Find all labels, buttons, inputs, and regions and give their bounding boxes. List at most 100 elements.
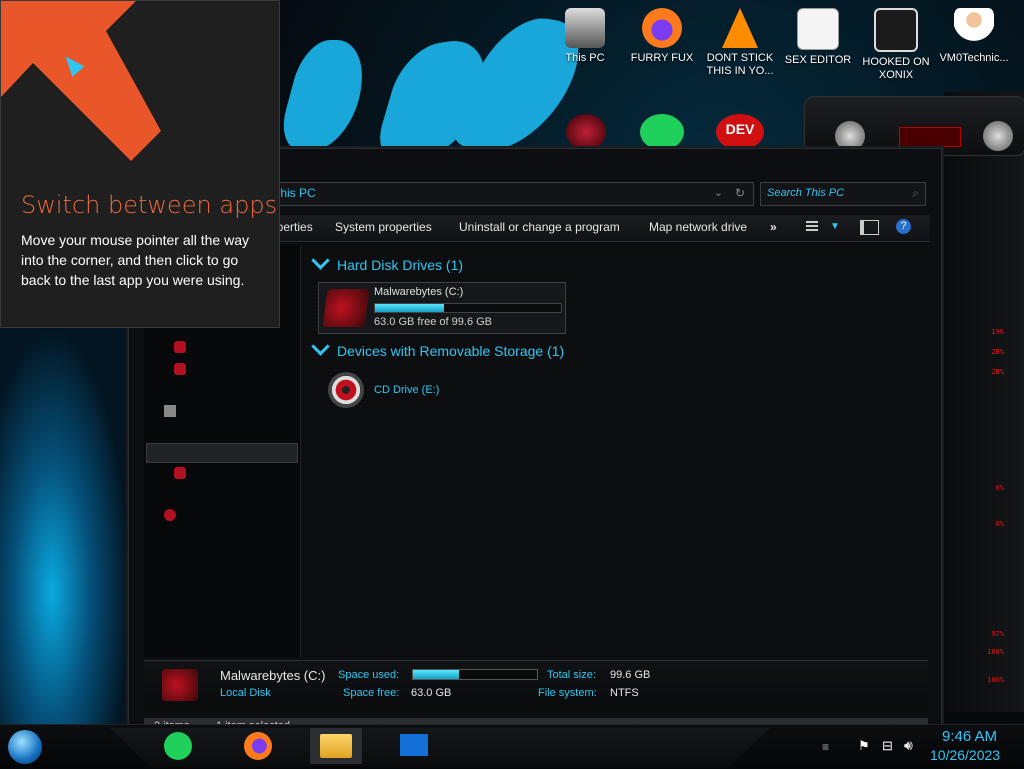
desktop-icon-label: DONT STICK THIS IN YO... xyxy=(706,52,774,77)
drive-tile-c[interactable]: Malwarebytes (C:) 63.0 GB free of 99.6 G… xyxy=(318,282,566,334)
details-filesystem-label: File system: xyxy=(538,687,597,699)
taskbar-explorer-button[interactable] xyxy=(310,728,362,764)
firefox-icon xyxy=(244,732,272,760)
group-header-label: Hard Disk Drives (1) xyxy=(337,257,464,273)
mail-icon xyxy=(400,734,428,756)
gadget-panel: 196 2B% 2B% 0% 0% 97% 100% 100% xyxy=(804,92,1024,712)
command-bar: Properties System properties Uninstall o… xyxy=(258,215,930,242)
chevron-down-icon[interactable] xyxy=(311,337,330,356)
details-total-size-label: Total size: xyxy=(547,669,596,681)
desktop-icon-vm0technic[interactable]: VM0Technic... xyxy=(938,8,1010,65)
gadget-readout: 97% xyxy=(991,630,1004,638)
start-orb-button[interactable] xyxy=(8,730,42,764)
action-center-flag-icon[interactable]: ⚑ xyxy=(858,738,870,754)
gadget-readout: 0% xyxy=(995,520,1004,528)
view-options-icon[interactable] xyxy=(806,221,818,233)
drive-icon[interactable] xyxy=(174,363,186,375)
drive-name: CD Drive (E:) xyxy=(374,384,440,396)
wallpaper-glow xyxy=(0,328,130,768)
chevron-down-icon[interactable]: ▼ xyxy=(830,221,840,232)
system-properties-button[interactable]: System properties xyxy=(335,220,432,234)
more-commands-button[interactable]: » xyxy=(770,220,777,234)
group-header-removable[interactable]: Devices with Removable Storage (1) xyxy=(311,337,565,359)
devcpp-icon: DEV xyxy=(716,114,764,150)
nav-item-this-pc[interactable] xyxy=(146,443,298,463)
details-drive-type: Local Disk xyxy=(220,687,271,699)
refresh-icon[interactable]: ↻ xyxy=(735,186,745,200)
spotify-icon xyxy=(164,732,192,760)
technician-icon xyxy=(954,8,994,48)
desktop-icon-label: FURRY FUX xyxy=(630,52,694,64)
desktop-icon-this-pc[interactable]: This PC xyxy=(549,8,621,65)
details-usage-bar xyxy=(412,669,538,680)
uninstall-program-button[interactable]: Uninstall or change a program xyxy=(459,220,620,234)
details-total-size-value: 99.6 GB xyxy=(610,669,651,681)
desktop-icon-dont-stick[interactable]: DONT STICK THIS IN YO... xyxy=(704,8,776,78)
preview-pane-icon[interactable] xyxy=(860,220,879,235)
taskbar-dock xyxy=(110,728,770,766)
folder-icon[interactable] xyxy=(164,405,176,417)
chevron-down-icon[interactable] xyxy=(311,251,330,270)
drive-free-text: 63.0 GB free of 99.6 GB xyxy=(374,316,493,328)
tip-body: Move your mouse pointer all the way into… xyxy=(21,232,249,288)
switch-apps-tip: Switch between apps Move your mouse poin… xyxy=(0,0,280,328)
drive-usage-fill xyxy=(375,304,444,312)
drive-icon[interactable] xyxy=(174,467,186,479)
details-usage-fill xyxy=(413,670,459,679)
drive-tile-e[interactable]: CD Drive (E:) xyxy=(324,370,524,412)
network-icon[interactable] xyxy=(164,509,176,521)
map-network-drive-button[interactable]: Map network drive xyxy=(649,220,747,234)
gadget-readout: 100% xyxy=(987,648,1004,656)
wallpaper-orb-icon xyxy=(566,114,606,150)
cd-drive-icon xyxy=(328,372,364,408)
search-icon[interactable]: ⌕ xyxy=(912,186,919,201)
firefox-icon xyxy=(642,8,682,48)
group-header-hdd[interactable]: Hard Disk Drives (1) xyxy=(311,251,464,273)
desktop-icon-furry-fux[interactable]: FURRY FUX xyxy=(626,8,698,65)
taskbar-firefox-button[interactable] xyxy=(232,728,284,764)
details-space-free-label: Space free: xyxy=(343,687,400,699)
vlc-cone-icon xyxy=(722,8,758,48)
address-bar[interactable]: This PC ⌄ ↻ xyxy=(268,182,754,206)
gadget-readout: 100% xyxy=(987,676,1004,684)
chevron-down-icon[interactable]: ⌄ xyxy=(714,186,723,199)
gadget-readout: 2B% xyxy=(991,368,1004,376)
show-hidden-icons-icon[interactable]: ≡ xyxy=(822,740,829,754)
desktop-icon-label: SEX EDITOR xyxy=(784,54,852,66)
alien-header-gadget xyxy=(804,96,1024,156)
search-placeholder: Search This PC xyxy=(767,187,845,199)
tip-title: Switch between apps xyxy=(21,191,278,219)
details-space-free-value: 63.0 GB xyxy=(411,687,452,699)
red-time-display xyxy=(899,127,961,147)
folder-icon xyxy=(320,734,352,758)
this-pc-icon xyxy=(565,8,605,48)
clock-time[interactable]: 9:46 AM xyxy=(942,728,997,745)
desktop-icon-label: This PC xyxy=(565,52,605,64)
hard-drive-icon xyxy=(162,669,198,701)
spotify-icon xyxy=(640,114,684,150)
details-filesystem-value: NTFS xyxy=(610,687,639,699)
details-drive-name: Malwarebytes (C:) xyxy=(220,668,326,683)
gadget-readout: 2B% xyxy=(991,348,1004,356)
details-space-used-label: Space used: xyxy=(338,669,400,681)
desktop-icon-sex-editor[interactable]: SEX EDITOR xyxy=(782,8,854,67)
xonix-game-icon xyxy=(874,8,918,52)
drive-icon[interactable] xyxy=(174,341,186,353)
taskbar-mail-button[interactable] xyxy=(388,728,440,764)
network-icon[interactable]: ⊟ xyxy=(882,738,893,754)
hxd-editor-icon xyxy=(797,8,839,50)
help-icon[interactable]: ? xyxy=(896,219,911,234)
clock-date[interactable]: 10/26/2023 xyxy=(930,747,1000,763)
content-pane[interactable]: Hard Disk Drives (1) Malwarebytes (C:) 6… xyxy=(302,245,928,657)
search-input[interactable]: Search This PC ⌕ xyxy=(760,182,926,206)
desktop-icon-label: VM0Technic... xyxy=(939,52,1009,64)
corner-arrow-icon xyxy=(1,1,161,161)
desktop-icon-label: HOOKED ON XONIX xyxy=(862,56,930,81)
desktop-icon-hooked-on-xonix[interactable]: HOOKED ON XONIX xyxy=(860,8,932,82)
volume-icon[interactable]: 🔊︎ xyxy=(904,737,913,754)
alien-head-icon xyxy=(983,121,1013,151)
group-header-label: Devices with Removable Storage (1) xyxy=(337,343,565,359)
gadget-readout: 0% xyxy=(995,484,1004,492)
hard-drive-icon xyxy=(322,289,370,327)
taskbar-spotify-button[interactable] xyxy=(154,728,206,764)
